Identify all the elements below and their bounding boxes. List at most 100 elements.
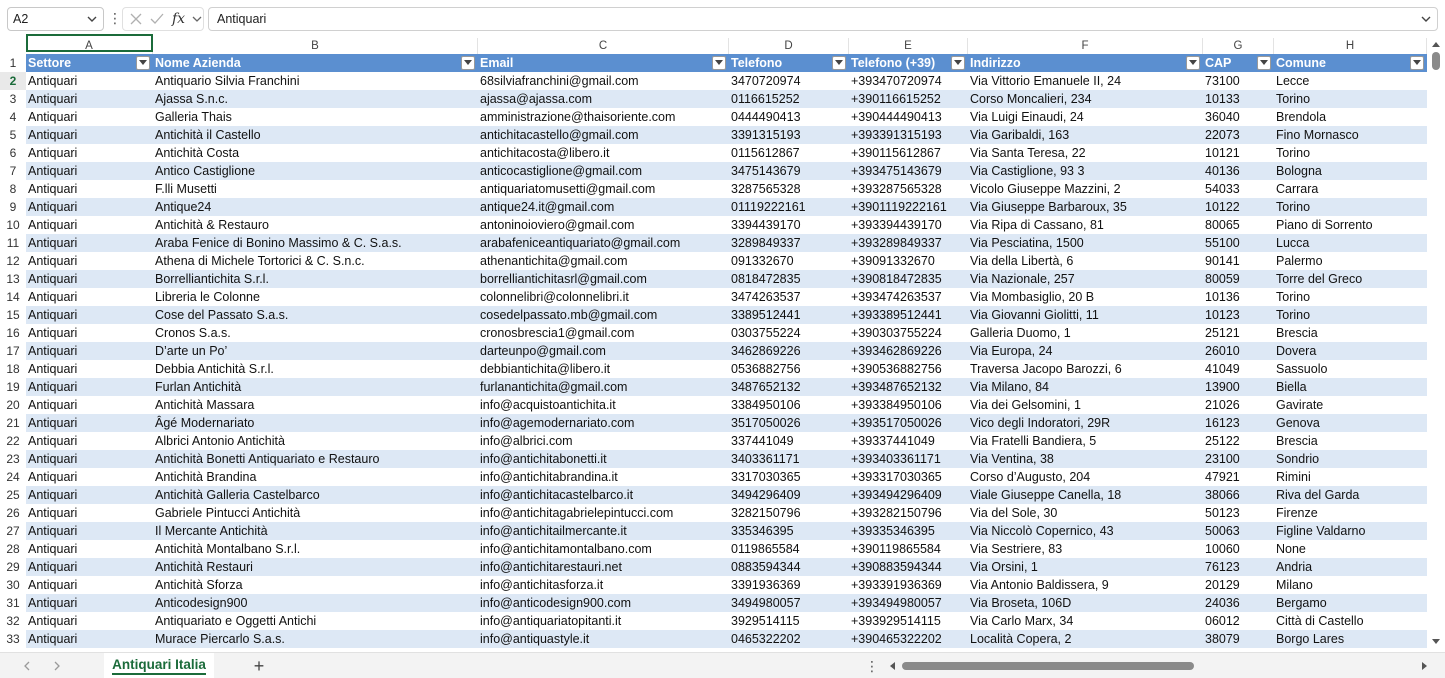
table-cell[interactable]: athenantichita@gmail.com [478, 252, 729, 270]
table-cell[interactable]: info@antiquariatopitanti.it [478, 612, 729, 630]
insert-function-button[interactable]: fx [172, 11, 188, 27]
table-cell[interactable]: 0303755224 [729, 324, 849, 342]
row-header[interactable]: 5 [0, 126, 26, 144]
header-cell[interactable]: CAP [1203, 54, 1258, 72]
table-cell[interactable]: Albrici Antonio Antichità [153, 432, 478, 450]
filter-dropdown-button[interactable] [832, 56, 846, 70]
table-cell[interactable]: Traversa Jacopo Barozzi, 6 [968, 360, 1203, 378]
table-cell[interactable]: Cronos S.a.s. [153, 324, 478, 342]
table-cell[interactable]: antoninoioviero@gmail.com [478, 216, 729, 234]
table-cell[interactable]: Fino Mornasco [1274, 126, 1427, 144]
table-cell[interactable]: Antichità Sforza [153, 576, 478, 594]
row-header[interactable]: 28 [0, 540, 26, 558]
table-cell[interactable]: Antiquari [26, 198, 153, 216]
table-cell[interactable]: 24036 [1203, 594, 1274, 612]
table-cell[interactable]: info@antiquastyle.it [478, 630, 729, 648]
table-cell[interactable]: +390536882756 [849, 360, 968, 378]
table-cell[interactable]: Via Carlo Marx, 34 [968, 612, 1203, 630]
table-cell[interactable]: Via del Sole, 30 [968, 504, 1203, 522]
worksheet-grid[interactable]: ABCDEFGH 1 2 3 4 5 6 7 8 9 10 11 12 13 14 15 16 17 18 19 20… [0, 38, 1445, 652]
table-cell[interactable]: Antiquari [26, 324, 153, 342]
table-cell[interactable]: Antiquari [26, 288, 153, 306]
table-cell[interactable]: 10133 [1203, 90, 1274, 108]
row-header[interactable]: 8 [0, 180, 26, 198]
table-cell[interactable]: Antiquari [26, 216, 153, 234]
horizontal-scroll-thumb[interactable] [902, 662, 1194, 670]
table-cell[interactable]: 3462869226 [729, 342, 849, 360]
row-header[interactable]: 7 [0, 162, 26, 180]
table-cell[interactable]: Via Orsini, 1 [968, 558, 1203, 576]
sheet-tab-active[interactable]: Antiquari Italia [104, 653, 214, 678]
name-box[interactable]: A2 [7, 7, 104, 31]
table-cell[interactable]: +390465322202 [849, 630, 968, 648]
table-cell[interactable]: antichitacosta@libero.it [478, 144, 729, 162]
scroll-left-icon[interactable] [888, 661, 896, 671]
table-cell[interactable]: Torino [1274, 198, 1427, 216]
table-cell[interactable]: Rimini [1274, 468, 1427, 486]
table-cell[interactable]: Via Europa, 24 [968, 342, 1203, 360]
table-cell[interactable]: +393403361171 [849, 450, 968, 468]
table-cell[interactable]: Vico degli Indoratori, 29R [968, 414, 1203, 432]
table-cell[interactable]: Antique24 [153, 198, 478, 216]
table-cell[interactable]: Antiquari [26, 504, 153, 522]
row-header[interactable]: 31 [0, 594, 26, 612]
column-header-f[interactable]: F [968, 38, 1203, 54]
table-cell[interactable]: +39335346395 [849, 522, 968, 540]
table-cell[interactable]: Bologna [1274, 162, 1427, 180]
table-cell[interactable]: Corso Moncalieri, 234 [968, 90, 1203, 108]
filter-dropdown-button[interactable] [951, 56, 965, 70]
table-cell[interactable]: Via Fratelli Bandiera, 5 [968, 432, 1203, 450]
table-cell[interactable]: Via Ripa di Cassano, 81 [968, 216, 1203, 234]
table-cell[interactable]: +393389512441 [849, 306, 968, 324]
table-cell[interactable]: +390883594344 [849, 558, 968, 576]
table-cell[interactable]: Via Castiglione, 93 3 [968, 162, 1203, 180]
table-cell[interactable]: Cose del Passato S.a.s. [153, 306, 478, 324]
header-cell[interactable]: Telefono (+39) [849, 54, 952, 72]
table-cell[interactable]: Antiquari [26, 540, 153, 558]
table-cell[interactable]: Via della Libertà, 6 [968, 252, 1203, 270]
scroll-right-icon[interactable] [1421, 661, 1429, 671]
table-cell[interactable]: info@albrici.com [478, 432, 729, 450]
table-cell[interactable]: info@anticodesign900.com [478, 594, 729, 612]
table-cell[interactable]: 3494980057 [729, 594, 849, 612]
scroll-down-icon[interactable] [1431, 638, 1441, 646]
table-cell[interactable]: Torino [1274, 90, 1427, 108]
table-cell[interactable]: debbiantichita@libero.it [478, 360, 729, 378]
vertical-scrollbar[interactable] [1427, 38, 1445, 652]
table-cell[interactable]: Antichità & Restauro [153, 216, 478, 234]
table-cell[interactable]: Via Santa Teresa, 22 [968, 144, 1203, 162]
table-cell[interactable]: 06012 [1203, 612, 1274, 630]
table-cell[interactable]: 3389512441 [729, 306, 849, 324]
more-options-icon[interactable]: ⋮ [865, 658, 879, 674]
table-cell[interactable]: 50063 [1203, 522, 1274, 540]
table-cell[interactable]: Antiquari [26, 594, 153, 612]
column-header-b[interactable]: B [153, 38, 478, 54]
table-cell[interactable]: Antiquari [26, 576, 153, 594]
table-cell[interactable]: Antiquari [26, 468, 153, 486]
row-header[interactable]: 24 [0, 468, 26, 486]
table-cell[interactable]: Il Mercante Antichità [153, 522, 478, 540]
table-cell[interactable]: Via Luigi Einaudi, 24 [968, 108, 1203, 126]
row-header[interactable]: 29 [0, 558, 26, 576]
table-cell[interactable]: info@antichitabrandina.it [478, 468, 729, 486]
table-cell[interactable]: Ajassa S.n.c. [153, 90, 478, 108]
table-cell[interactable]: Antiquari [26, 144, 153, 162]
table-cell[interactable]: 01119222161 [729, 198, 849, 216]
table-cell[interactable]: Carrara [1274, 180, 1427, 198]
row-header[interactable]: 9 [0, 198, 26, 216]
table-cell[interactable]: Antichità Massara [153, 396, 478, 414]
table-cell[interactable]: Via Nazionale, 257 [968, 270, 1203, 288]
table-cell[interactable]: 54033 [1203, 180, 1274, 198]
table-cell[interactable]: borrelliantichitasrl@gmail.com [478, 270, 729, 288]
table-cell[interactable]: 90141 [1203, 252, 1274, 270]
row-header[interactable]: 14 [0, 288, 26, 306]
row-header[interactable]: 22 [0, 432, 26, 450]
table-cell[interactable]: +390116615252 [849, 90, 968, 108]
row-header[interactable]: 13 [0, 270, 26, 288]
table-cell[interactable]: +393470720974 [849, 72, 968, 90]
table-cell[interactable]: Antiquari [26, 234, 153, 252]
table-cell[interactable]: 73100 [1203, 72, 1274, 90]
table-cell[interactable]: Araba Fenice di Bonino Massimo & C. S.a.… [153, 234, 478, 252]
table-cell[interactable]: Debbia Antichità S.r.l. [153, 360, 478, 378]
table-cell[interactable]: 3289849337 [729, 234, 849, 252]
